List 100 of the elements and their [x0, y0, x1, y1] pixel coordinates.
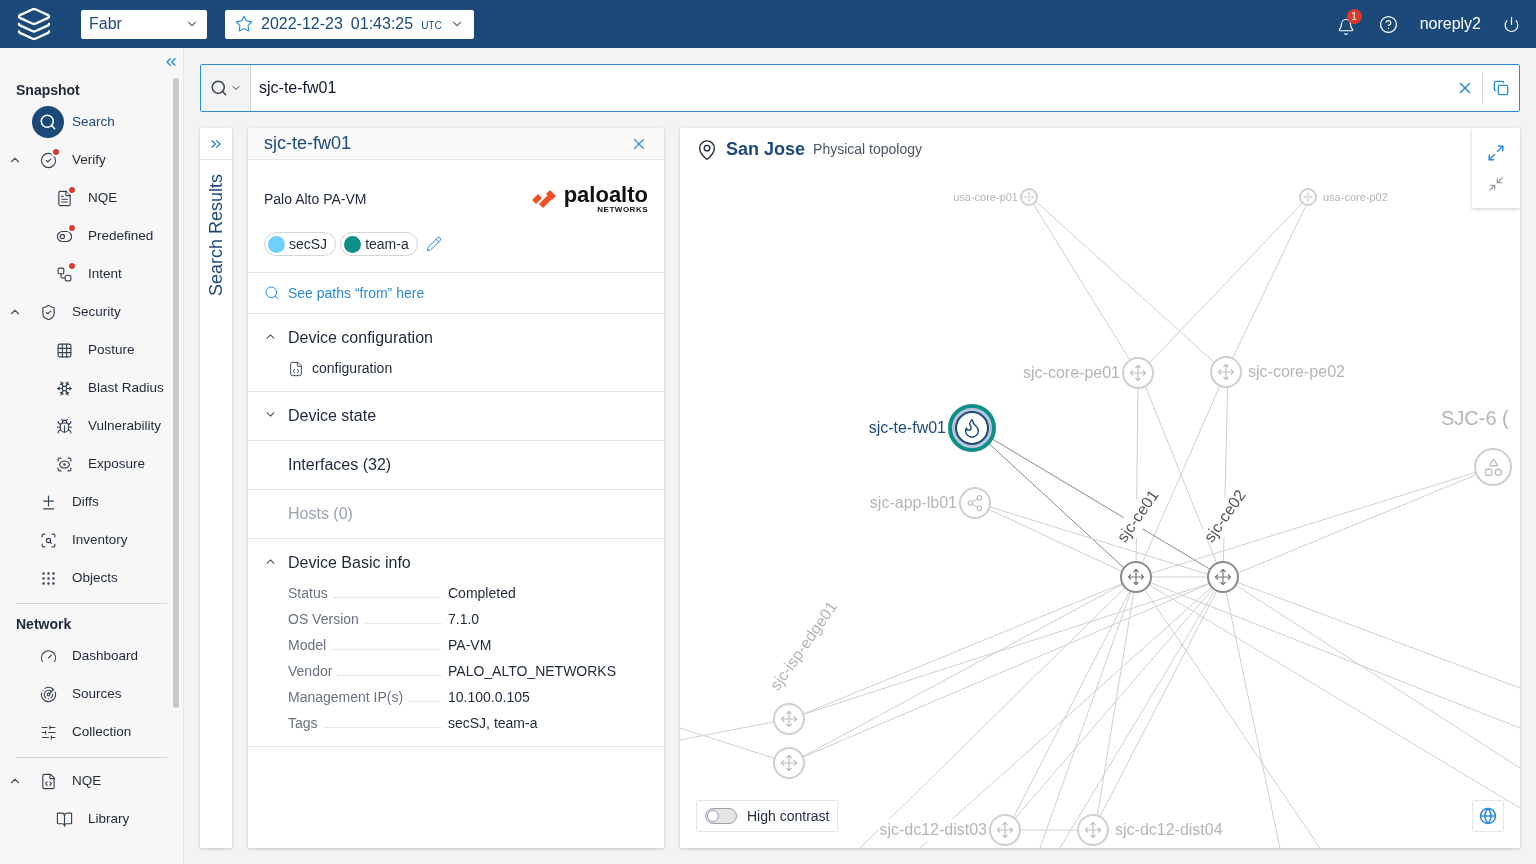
- device-title: sjc-te-fw01: [264, 132, 352, 155]
- arrows-icon: [780, 710, 798, 728]
- section-header[interactable]: Device state: [288, 404, 377, 428]
- field-value: PA-VM: [448, 636, 493, 655]
- field-label: OS Version: [288, 610, 359, 629]
- vendor-logo: paloalto NETWORKS: [529, 184, 648, 214]
- bug-icon[interactable]: [55, 417, 73, 435]
- branch-icon[interactable]: [55, 265, 73, 283]
- help-icon[interactable]: [1378, 14, 1398, 34]
- nav-item[interactable]: Library: [88, 808, 130, 830]
- section-header[interactable]: Device Basic info: [288, 551, 411, 575]
- node-label: sjc-dc12-dist03: [879, 819, 987, 841]
- router-node[interactable]: [1120, 561, 1152, 593]
- nav-item[interactable]: Exposure: [88, 453, 146, 475]
- toggle-switch[interactable]: [705, 808, 737, 824]
- section-title: Network: [15, 615, 73, 634]
- nav-item[interactable]: Dashboard: [72, 645, 139, 667]
- router-node[interactable]: [1299, 188, 1317, 206]
- node-label: SJC-6 (: [1441, 407, 1509, 429]
- edit-icon[interactable]: [425, 236, 442, 252]
- share-icon: [966, 494, 984, 512]
- gauge-icon[interactable]: [39, 647, 57, 665]
- toggle-label: High contrast: [747, 806, 830, 826]
- radar-icon[interactable]: [39, 685, 57, 703]
- router-node[interactable]: [773, 747, 805, 779]
- nav-item[interactable]: Inventory: [72, 529, 128, 551]
- code-file-icon: [288, 360, 304, 377]
- nav-item[interactable]: Blast Radius: [88, 377, 164, 399]
- see-paths-link[interactable]: See paths “from” here: [248, 273, 664, 314]
- nav-item[interactable]: Diffs: [72, 491, 99, 513]
- search-mode-button[interactable]: [201, 65, 251, 111]
- flame-icon: [955, 411, 989, 445]
- router-node[interactable]: [773, 703, 805, 735]
- nav-item[interactable]: Verify: [72, 149, 106, 171]
- user-name[interactable]: noreply2: [1419, 12, 1481, 36]
- field-value: PALO_ALTO_NETWORKS: [448, 662, 618, 681]
- load-balancer-node[interactable]: [959, 487, 991, 519]
- network-select[interactable]: Fabr: [81, 9, 207, 39]
- bell-icon[interactable]: [1336, 18, 1355, 36]
- scrollbar[interactable]: [173, 78, 179, 708]
- snowflake-icon[interactable]: [55, 379, 73, 397]
- router-node[interactable]: [1020, 188, 1038, 206]
- nav-item[interactable]: Posture: [88, 339, 135, 361]
- field-label: Management IP(s): [288, 688, 404, 707]
- section-header[interactable]: Interfaces (32): [288, 453, 392, 477]
- arrows-icon: [780, 754, 798, 772]
- search-results-tab[interactable]: Search Results: [202, 174, 230, 297]
- arrows-icon: [1084, 821, 1102, 839]
- nav-item[interactable]: Sources: [72, 683, 122, 705]
- check-circle-icon[interactable]: [39, 151, 57, 169]
- eye-icon[interactable]: [55, 455, 73, 473]
- code-file-icon[interactable]: [39, 772, 57, 790]
- dots-grid-icon[interactable]: [39, 569, 57, 587]
- nav-item[interactable]: Intent: [88, 263, 122, 285]
- arrows-icon: [1127, 568, 1145, 586]
- field-label: Tags: [288, 714, 318, 733]
- field-value: 7.1.0: [448, 610, 481, 629]
- router-node[interactable]: [1122, 357, 1154, 389]
- sliders-icon[interactable]: [39, 723, 57, 741]
- expand-icon[interactable]: [1487, 144, 1505, 162]
- nav-item[interactable]: NQE: [88, 187, 118, 209]
- magnifier-list-icon[interactable]: [39, 531, 57, 549]
- shrink-icon[interactable]: [1488, 176, 1504, 192]
- device-model: Palo Alto PA-VM: [264, 189, 367, 209]
- router-node[interactable]: [1077, 814, 1109, 846]
- nav-item[interactable]: Search: [72, 111, 115, 133]
- nav-item[interactable]: Objects: [72, 567, 118, 589]
- field-value: 10.100.0.105: [448, 688, 531, 707]
- grid-icon[interactable]: [55, 341, 73, 359]
- arrows-icon: [1303, 192, 1313, 202]
- search-icon: [209, 79, 228, 97]
- arrows-icon: [1217, 363, 1235, 381]
- router-node[interactable]: [1207, 561, 1239, 593]
- nav-item[interactable]: Predefined: [88, 225, 154, 247]
- router-node[interactable]: [1210, 356, 1242, 388]
- field-label: Model: [288, 636, 327, 655]
- section-header[interactable]: Device configuration: [288, 326, 433, 350]
- nav-item[interactable]: Security: [72, 301, 121, 323]
- field-value: Completed: [448, 584, 517, 603]
- config-link[interactable]: configuration: [312, 358, 393, 379]
- router-node[interactable]: [989, 814, 1021, 846]
- globe-icon[interactable]: [1472, 800, 1504, 832]
- nav-item[interactable]: NQE: [72, 770, 102, 792]
- search-icon: [264, 285, 280, 301]
- group-node[interactable]: [1474, 448, 1512, 486]
- layers-logo-icon[interactable]: [16, 6, 52, 42]
- snapshot-select[interactable]: 2022-12-23 01:43:25 UTC: [225, 9, 474, 39]
- search-icon[interactable]: [32, 106, 64, 138]
- nav-item[interactable]: Vulnerability: [88, 415, 162, 437]
- firewall-node[interactable]: [948, 404, 996, 452]
- shapes-icon: [1482, 456, 1504, 478]
- star-icon[interactable]: [235, 15, 253, 33]
- field-value: secSJ, team-a: [448, 714, 539, 733]
- field-label: Vendor: [288, 662, 333, 681]
- power-icon[interactable]: [1503, 15, 1520, 33]
- nav-item[interactable]: Collection: [72, 721, 132, 743]
- book-icon[interactable]: [55, 810, 73, 828]
- document-icon[interactable]: [55, 189, 73, 207]
- shield-icon[interactable]: [39, 303, 57, 321]
- map-pin-icon: [696, 138, 718, 161]
